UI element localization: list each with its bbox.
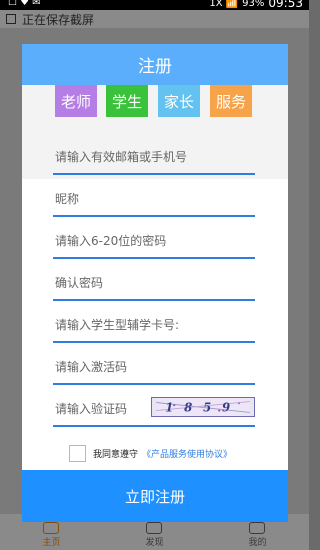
activation-code-field bbox=[53, 351, 255, 385]
register-dialog: 注册 老师 学生 家长 服务 1859 我同意遵守 《产品服务使用协议》 bbox=[22, 44, 288, 522]
captcha-image[interactable]: 1859 bbox=[151, 397, 255, 417]
tab-discover-label: 发现 bbox=[145, 538, 164, 548]
nickname-input[interactable] bbox=[55, 192, 255, 206]
account-field bbox=[53, 141, 255, 175]
captcha-text: 1859 bbox=[165, 401, 241, 415]
card-number-field bbox=[53, 309, 255, 343]
agreement-checkbox[interactable] bbox=[69, 445, 86, 462]
role-parent-button[interactable]: 家长 bbox=[158, 85, 200, 117]
role-student-button[interactable]: 学生 bbox=[106, 85, 148, 117]
status-left-text: ☐ ♥ ✉ bbox=[8, 0, 41, 8]
tab-mine-label: 我的 bbox=[248, 538, 267, 548]
discover-icon bbox=[146, 522, 163, 534]
screenshot-toast-text: 正在保存截屏 bbox=[22, 12, 95, 27]
dialog-title: 注册 bbox=[138, 57, 172, 77]
captcha-input[interactable] bbox=[55, 402, 149, 416]
role-service-button[interactable]: 服务 bbox=[210, 85, 252, 117]
status-time: 09:53 bbox=[268, 0, 303, 10]
home-icon bbox=[43, 522, 60, 534]
status-icons-right: 1X 📶 93% 09:53 bbox=[209, 0, 303, 10]
confirm-password-field bbox=[53, 267, 255, 301]
activation-code-input[interactable] bbox=[55, 360, 255, 374]
status-icons-left: ☐ ♥ ✉ bbox=[8, 0, 41, 8]
agreement-row: 我同意遵守 《产品服务使用协议》 bbox=[69, 445, 232, 462]
screenshot-toast: 正在保存截屏 bbox=[0, 10, 309, 28]
password-field bbox=[53, 225, 255, 259]
role-teacher-button[interactable]: 老师 bbox=[55, 85, 97, 117]
agreement-text: 我同意遵守 bbox=[93, 450, 139, 460]
account-input[interactable] bbox=[55, 150, 255, 164]
dialog-header: 注册 bbox=[22, 44, 288, 85]
profile-icon bbox=[249, 522, 266, 534]
submit-register-button[interactable]: 立即注册 bbox=[22, 470, 288, 522]
screenshot-icon bbox=[6, 14, 16, 24]
tab-home: 主页 bbox=[42, 522, 61, 548]
nickname-field bbox=[53, 183, 255, 217]
confirm-password-input[interactable] bbox=[55, 276, 255, 290]
agreement-link[interactable]: 《产品服务使用协议》 bbox=[142, 447, 232, 460]
card-number-input[interactable] bbox=[55, 318, 255, 332]
status-bar: ☐ ♥ ✉ 1X 📶 93% 09:53 bbox=[0, 0, 309, 10]
captcha-field bbox=[53, 393, 149, 427]
battery-percent: 93% bbox=[242, 0, 265, 9]
tab-home-label: 主页 bbox=[42, 538, 61, 548]
tab-mine: 我的 bbox=[248, 522, 267, 548]
password-input[interactable] bbox=[55, 234, 255, 248]
tab-discover: 发现 bbox=[145, 522, 164, 548]
signal-icon: 1X 📶 bbox=[209, 0, 239, 9]
